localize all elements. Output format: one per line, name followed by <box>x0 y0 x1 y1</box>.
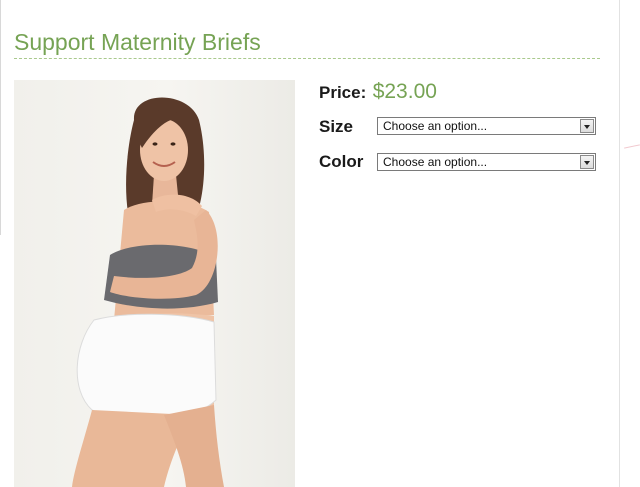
price-value: $23.00 <box>372 80 437 103</box>
product-title: Support Maternity Briefs <box>14 29 261 55</box>
page-right-border <box>619 0 620 487</box>
size-select-value: Choose an option... <box>383 119 488 133</box>
color-select[interactable]: Choose an option... <box>377 153 596 171</box>
decorative-mark <box>624 144 640 149</box>
price-row: Price: $23.00 <box>319 80 437 104</box>
chevron-down-icon[interactable] <box>580 155 594 169</box>
price-label: Price: <box>319 83 367 102</box>
color-select-value: Choose an option... <box>383 155 488 169</box>
size-select[interactable]: Choose an option... <box>377 117 596 135</box>
product-photo-illustration <box>72 97 224 487</box>
chevron-down-icon[interactable] <box>580 119 594 133</box>
color-label: Color <box>319 152 364 171</box>
size-label: Size <box>319 117 354 136</box>
page-left-border <box>0 0 1 235</box>
product-image[interactable] <box>14 80 295 487</box>
title-divider <box>14 58 600 59</box>
